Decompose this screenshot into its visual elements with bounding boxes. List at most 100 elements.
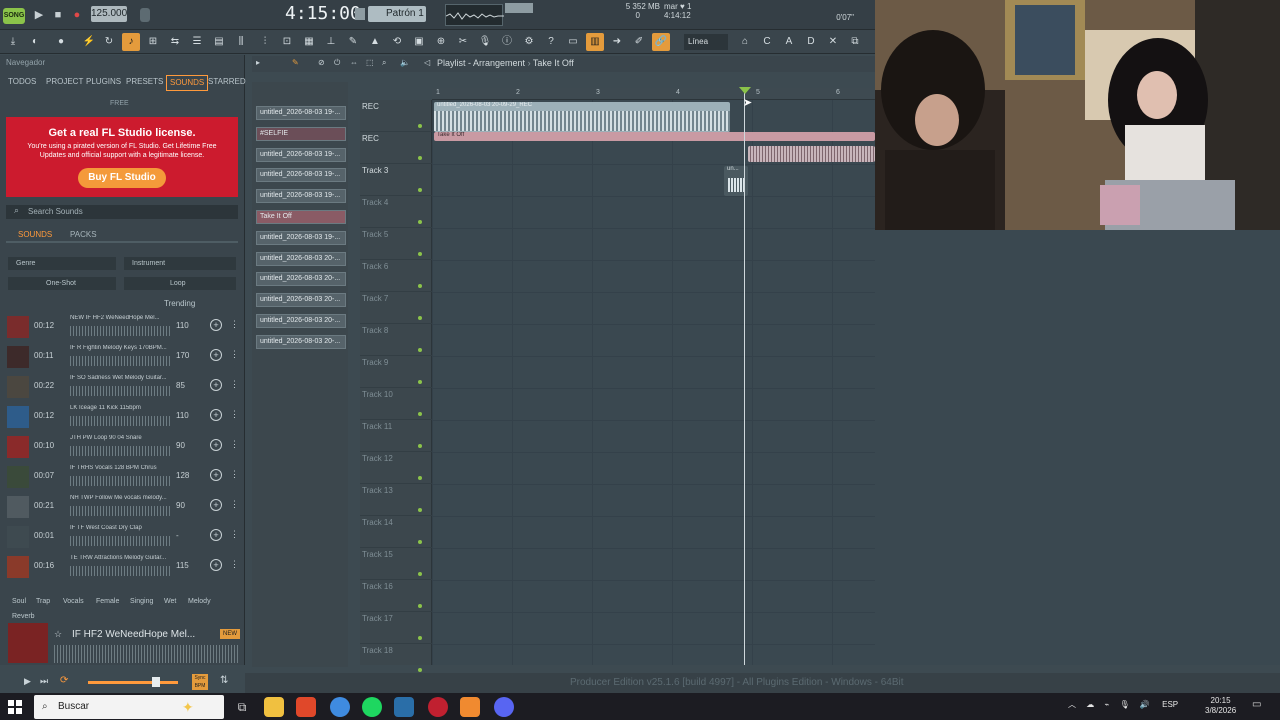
delete-tool-icon-pl[interactable]: ⊘ [318,58,325,67]
delete-tool-icon[interactable]: ✕ [824,33,842,51]
track-header[interactable]: Track 7 [360,292,432,324]
taskbar-clock[interactable]: 20:15 3/8/2026 [1205,696,1236,716]
arrangement-area-extension[interactable] [875,230,1280,665]
copy-icon[interactable]: ⧉ [846,33,864,51]
clip-source-item[interactable]: untitled_2026-08-03 19-... [256,147,346,162]
track-active-led[interactable] [418,604,422,608]
playback-tool-icon[interactable]: 🔈 [400,58,410,67]
select-tool-icon[interactable]: ⬚ [366,58,374,67]
clip-source-item[interactable]: untitled_2026-08-03 19-... [256,106,346,120]
sound-row[interactable]: 00:16 TE TRW Attractions Melody Guitar...… [4,553,240,581]
record-icon[interactable]: ● [68,6,86,24]
add-sound-icon[interactable]: + [210,529,222,541]
chrome-icon[interactable] [330,697,350,717]
tray-language[interactable]: ESP [1162,700,1178,709]
typing-keyboard-icon[interactable]: ⚡ [80,33,98,51]
tray-onedrive-icon[interactable]: ☁ [1086,700,1094,709]
tray-chevron-icon[interactable]: ︿ [1068,700,1076,709]
pattern-toggle-icon[interactable] [355,8,365,20]
undo-history-icon[interactable]: ⟲ [388,33,406,51]
search-sounds-input[interactable]: Search Sounds [6,205,238,219]
tray-volume-icon[interactable]: 🔊 [1140,700,1150,709]
track-header[interactable]: Track 3 [360,164,432,196]
task-view-icon[interactable]: ⧉ [232,697,252,717]
tag-wet[interactable]: Wet [164,598,176,605]
sound-row[interactable]: 00:12 NEW IF HF2 WeNeedHope Mel... 110 + ⋮ [4,313,240,341]
stamp-tool-icon[interactable]: ⌂ [736,33,754,51]
volume-knob[interactable] [152,677,160,687]
playhead-marker[interactable] [739,87,751,94]
player-waveform[interactable] [54,645,240,663]
track-header[interactable]: Track 10 [360,388,432,420]
add-sound-icon[interactable]: + [210,409,222,421]
track-header[interactable]: Track 16 [360,580,432,612]
tray-network-icon[interactable]: ⌁ [1104,700,1109,709]
tab-starred[interactable]: STARRED [208,77,246,86]
genre-filter[interactable]: Genre [8,257,116,270]
more-options-icon[interactable]: ⋮ [230,319,239,330]
playlist-menu-icon[interactable]: ▸ [256,58,260,67]
audio-clip-take-it-off[interactable]: Take It Off [434,132,875,141]
sound-row[interactable]: 00:10 JTH PW Loop 90 04 Snare 90 + ⋮ [4,433,240,461]
draw-tool-icon[interactable]: ✎ [292,58,299,67]
clip-source-item[interactable]: untitled_2026-08-03 20-... [256,314,346,328]
loop-record-icon[interactable]: ↻ [100,33,118,51]
clip-source-item[interactable]: #SELFIE [256,126,346,141]
track-active-led[interactable] [418,156,422,160]
clip-source-item[interactable]: untitled_2026-08-03 20-... [256,293,346,308]
sound-row[interactable]: 00:22 IF SO Sadness Wet Melody Guitar... 8… [4,373,240,401]
multilink-icon[interactable]: ⇆ [166,33,184,51]
add-sound-icon[interactable]: + [210,469,222,481]
step-edit-icon[interactable]: ♪ [122,33,140,51]
pen-tool-icon[interactable]: ✎ [344,33,362,51]
tag-trap[interactable]: Trap [36,598,50,605]
track-active-led[interactable] [418,668,422,672]
metronome-icon[interactable]: ◐ [26,33,44,51]
player-loop-icon[interactable]: ⟳ [60,675,68,686]
sound-row[interactable]: 00:11 IF R Fightin Melody Keys 170BPM... 1… [4,343,240,371]
track-header[interactable]: Track 13 [360,484,432,516]
tag-soul[interactable]: Soul [12,598,26,605]
play-icon[interactable]: ▶ [30,6,48,24]
add-sound-icon[interactable]: + [210,379,222,391]
windows-start-icon[interactable] [8,700,22,714]
clip-source-item[interactable]: untitled_2026-08-03 20-... [256,334,346,349]
taskbar-search[interactable]: Buscar [34,695,224,719]
more-options-icon[interactable]: ⋮ [230,439,239,450]
tag-vocals[interactable]: Vocals [63,598,84,605]
track-header[interactable]: Track 12 [360,452,432,484]
clip-source-item[interactable]: untitled_2026-08-03 19-... [256,189,346,204]
playlist-arrow-icon[interactable]: ◁ [424,58,430,67]
trending-sort[interactable]: Trending [164,299,195,308]
more-options-icon[interactable]: ⋮ [230,559,239,570]
save-icon[interactable]: ▣ [410,33,428,51]
browser-icon[interactable]: ⊡ [278,33,296,51]
add-sound-icon[interactable]: + [210,349,222,361]
file-explorer-icon[interactable] [264,697,284,717]
pattern-selector[interactable]: Patrón 1 [368,6,426,22]
playlist-icon[interactable]: ▦ [300,33,318,51]
add-sound-icon[interactable]: + [210,559,222,571]
mixer-icon[interactable]: ⫼ [232,33,250,51]
track-header[interactable]: Track 15 [360,548,432,580]
tab-packs[interactable]: PACKS [70,230,97,239]
oneshot-filter[interactable]: One-Shot [8,277,116,290]
track-active-led[interactable] [418,572,422,576]
audio-settings-icon[interactable]: ⚙ [520,33,538,51]
track-header[interactable]: REC [360,100,432,132]
tab-sounds-list[interactable]: SOUNDS [18,230,52,239]
add-sound-icon[interactable]: + [210,499,222,511]
brush-icon[interactable]: ✐ [630,33,648,51]
deselect-icon[interactable]: D [802,33,820,51]
add-sound-icon[interactable]: + [210,439,222,451]
track-header[interactable]: Track 17 [360,612,432,644]
player-play-icon[interactable]: ▶ [24,676,31,687]
snap-grid-icon[interactable]: ▥ [586,33,604,51]
piano-roll-icon[interactable]: ⫶ [256,33,274,51]
more-options-icon[interactable]: ⋮ [230,409,239,420]
render-icon[interactable]: ⊕ [432,33,450,51]
track-active-led[interactable] [418,252,422,256]
stop-icon[interactable]: ■ [49,6,67,24]
cut-icon[interactable]: ✂ [454,33,472,51]
track-active-led[interactable] [418,508,422,512]
